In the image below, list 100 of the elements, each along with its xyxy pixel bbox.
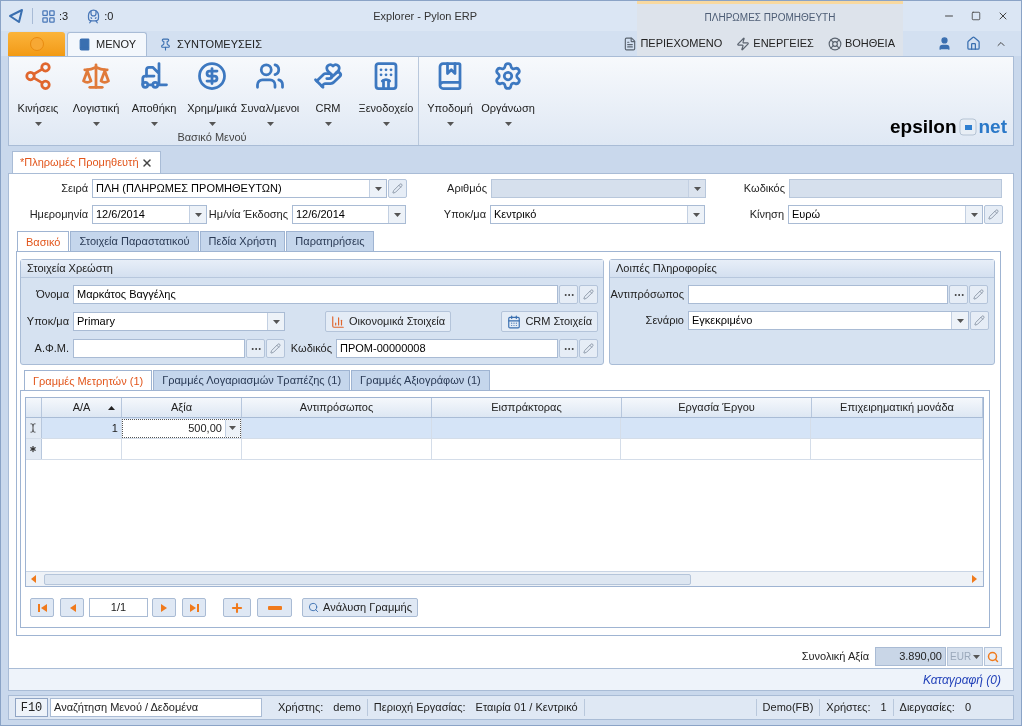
column-header[interactable]: Εισπράκτορας xyxy=(432,398,622,417)
next-record-button[interactable] xyxy=(152,598,176,617)
previous-record-button[interactable] xyxy=(60,598,84,617)
caret-icon xyxy=(973,654,980,659)
ribbon-button[interactable]: Υποδομή xyxy=(421,57,479,127)
record-position-field[interactable]: 1/1 xyxy=(89,598,148,617)
last-icon xyxy=(188,602,200,613)
dropdown-field[interactable]: Primary xyxy=(73,312,285,331)
dropdown-field[interactable]: 12/6/2014 xyxy=(92,205,207,224)
status-label: Διεργασίες: xyxy=(899,700,955,716)
log-link[interactable]: Καταγραφή (0) xyxy=(922,670,1001,689)
lookup-field[interactable] xyxy=(73,339,245,358)
tab[interactable]: Στοιχεία Παραστατικού xyxy=(70,231,199,251)
ellipsis-button[interactable] xyxy=(559,339,578,358)
new-row-icon xyxy=(28,444,39,454)
last-record-button[interactable] xyxy=(182,598,206,617)
ribbon-button[interactable]: Αποθήκη xyxy=(125,57,183,127)
menu-search-field[interactable]: Αναζήτηση Μενού / Δεδομένα xyxy=(50,698,262,717)
ellipsis-button[interactable] xyxy=(949,285,968,304)
caret-icon xyxy=(324,121,332,126)
edit-button[interactable] xyxy=(579,285,598,304)
dropdown-field[interactable]: Ευρώ xyxy=(788,205,983,224)
add-row-button[interactable] xyxy=(223,598,251,617)
chart-icon xyxy=(331,314,345,329)
status-label: Demo(FB) xyxy=(762,700,814,716)
tab[interactable]: Γραμμές Λογαριασμών Τραπέζης (1) xyxy=(153,370,351,390)
first-record-button[interactable] xyxy=(30,598,54,617)
crm-data-button[interactable]: CRM Στοιχεία xyxy=(501,311,598,332)
back-icon[interactable] xyxy=(8,8,24,24)
caret-icon xyxy=(208,121,216,126)
ribbon-button[interactable]: CRM xyxy=(299,57,357,127)
column-header[interactable]: Αξία xyxy=(122,398,242,417)
windows-icon[interactable] xyxy=(41,8,56,24)
dropdown-field[interactable]: Εγκεκριμένο xyxy=(688,311,969,330)
column-header[interactable]: Αντιπρόσωπος xyxy=(242,398,432,417)
search-button[interactable] xyxy=(984,647,1002,666)
caret-icon xyxy=(266,121,274,126)
context-command[interactable]: ΒΟΗΘΕΙΑ xyxy=(827,35,895,52)
train-icon[interactable] xyxy=(86,8,102,24)
delete-row-button[interactable] xyxy=(257,598,292,617)
ribbon-button[interactable]: Οργάνωση xyxy=(479,57,537,127)
edit-button[interactable] xyxy=(388,179,407,198)
context-command[interactable]: ΠΕΡΙΕΧΟΜΕΝΟ xyxy=(623,35,723,52)
ribbon-button[interactable]: Κινήσεις xyxy=(9,57,67,127)
dropdown-field[interactable]: Κεντρικό xyxy=(490,205,705,224)
ribbon-button[interactable]: Λογιστική xyxy=(67,57,125,127)
document-tab[interactable]: *Πληρωμές Προμηθευτή xyxy=(12,151,161,173)
status-value: Εταιρία 01 / Κεντρικό xyxy=(475,700,578,716)
app-menu-button[interactable] xyxy=(8,32,65,56)
field-label: Ημ/νία Έκδοσης xyxy=(208,207,288,223)
lookup-field[interactable]: Μαρκάτος Βαγγέλης xyxy=(73,285,558,304)
lookup-field[interactable]: ΠΡΟΜ-00000008 xyxy=(336,339,558,358)
line-analysis-button[interactable]: Ανάλυση Γραμμής xyxy=(302,598,418,617)
edit-button[interactable] xyxy=(579,339,598,358)
ellipsis-button[interactable] xyxy=(246,339,265,358)
sort-arrow-icon xyxy=(108,406,115,410)
close-icon[interactable] xyxy=(141,156,153,169)
user-icon[interactable] xyxy=(937,36,952,51)
ribbon-group-label: Βασικό Μενού xyxy=(177,130,247,145)
column-header[interactable]: Εργασία Έργου xyxy=(622,398,812,417)
context-command[interactable]: ΕΝΕΡΓΕΙΕΣ xyxy=(736,35,814,52)
caret-icon xyxy=(693,186,701,191)
tab[interactable]: Γραμμές Αξιογράφων (1) xyxy=(351,370,490,390)
dropdown-field[interactable]: 12/6/2014 xyxy=(292,205,406,224)
total-value-field: 3.890,00 xyxy=(875,647,946,666)
tab[interactable]: Πεδία Χρήστη xyxy=(199,231,286,251)
dropdown-field[interactable]: ΠΛΗ (ΠΛΗΡΩΜΕΣ ΠΡΟΜΗΘΕΥΤΩΝ) xyxy=(92,179,387,198)
lightning-icon xyxy=(736,36,751,51)
ribbon-tab[interactable]: ΣΥΝΤΟΜΕΥΣΕΙΣ xyxy=(149,32,272,56)
field-label: Κίνηση xyxy=(749,207,784,223)
lookup-field[interactable] xyxy=(688,285,948,304)
caret-icon xyxy=(194,212,202,217)
tab[interactable]: Γραμμές Μετρητών (1) xyxy=(24,370,153,391)
column-header[interactable]: Επιχειρηματική μονάδα xyxy=(812,398,983,417)
group-title: Στοιχεία Χρεώστη xyxy=(27,261,113,277)
field-label: Αντιπρόσωπος xyxy=(610,287,684,303)
edit-button[interactable] xyxy=(969,285,988,304)
tab[interactable]: Βασικό xyxy=(17,231,70,252)
ribbon-tab[interactable]: ΜΕΝΟΥ xyxy=(67,32,147,56)
grid-row[interactable]: 1 500,00 xyxy=(26,418,983,439)
horizontal-scrollbar[interactable] xyxy=(26,571,983,586)
close-icon[interactable] xyxy=(997,10,1009,22)
caret-icon xyxy=(692,212,700,217)
home-icon[interactable] xyxy=(966,36,981,51)
edit-button[interactable] xyxy=(984,205,1003,224)
edit-button[interactable] xyxy=(266,339,285,358)
tab[interactable]: Παρατηρήσεις xyxy=(286,231,374,251)
table-cell-text: 1 xyxy=(111,420,118,436)
column-header[interactable]: Α/Α xyxy=(42,398,122,417)
ribbon-button[interactable]: Συναλ/μενοι xyxy=(241,57,299,127)
ellipsis-button[interactable] xyxy=(559,285,578,304)
ribbon-button[interactable]: Ξενοδοχείο xyxy=(357,57,415,127)
settings-icon xyxy=(493,61,523,91)
field-label: Σειρά xyxy=(61,181,88,197)
ribbon-button[interactable]: Χρημ/μικά xyxy=(183,57,241,127)
value-field[interactable]: 500,00 xyxy=(121,418,241,438)
edit-button[interactable] xyxy=(970,311,989,330)
shortcut-key: F10 xyxy=(15,698,48,717)
maximize-icon[interactable] xyxy=(971,11,981,21)
financial-data-button[interactable]: Οικονομικά Στοιχεία xyxy=(325,311,452,332)
